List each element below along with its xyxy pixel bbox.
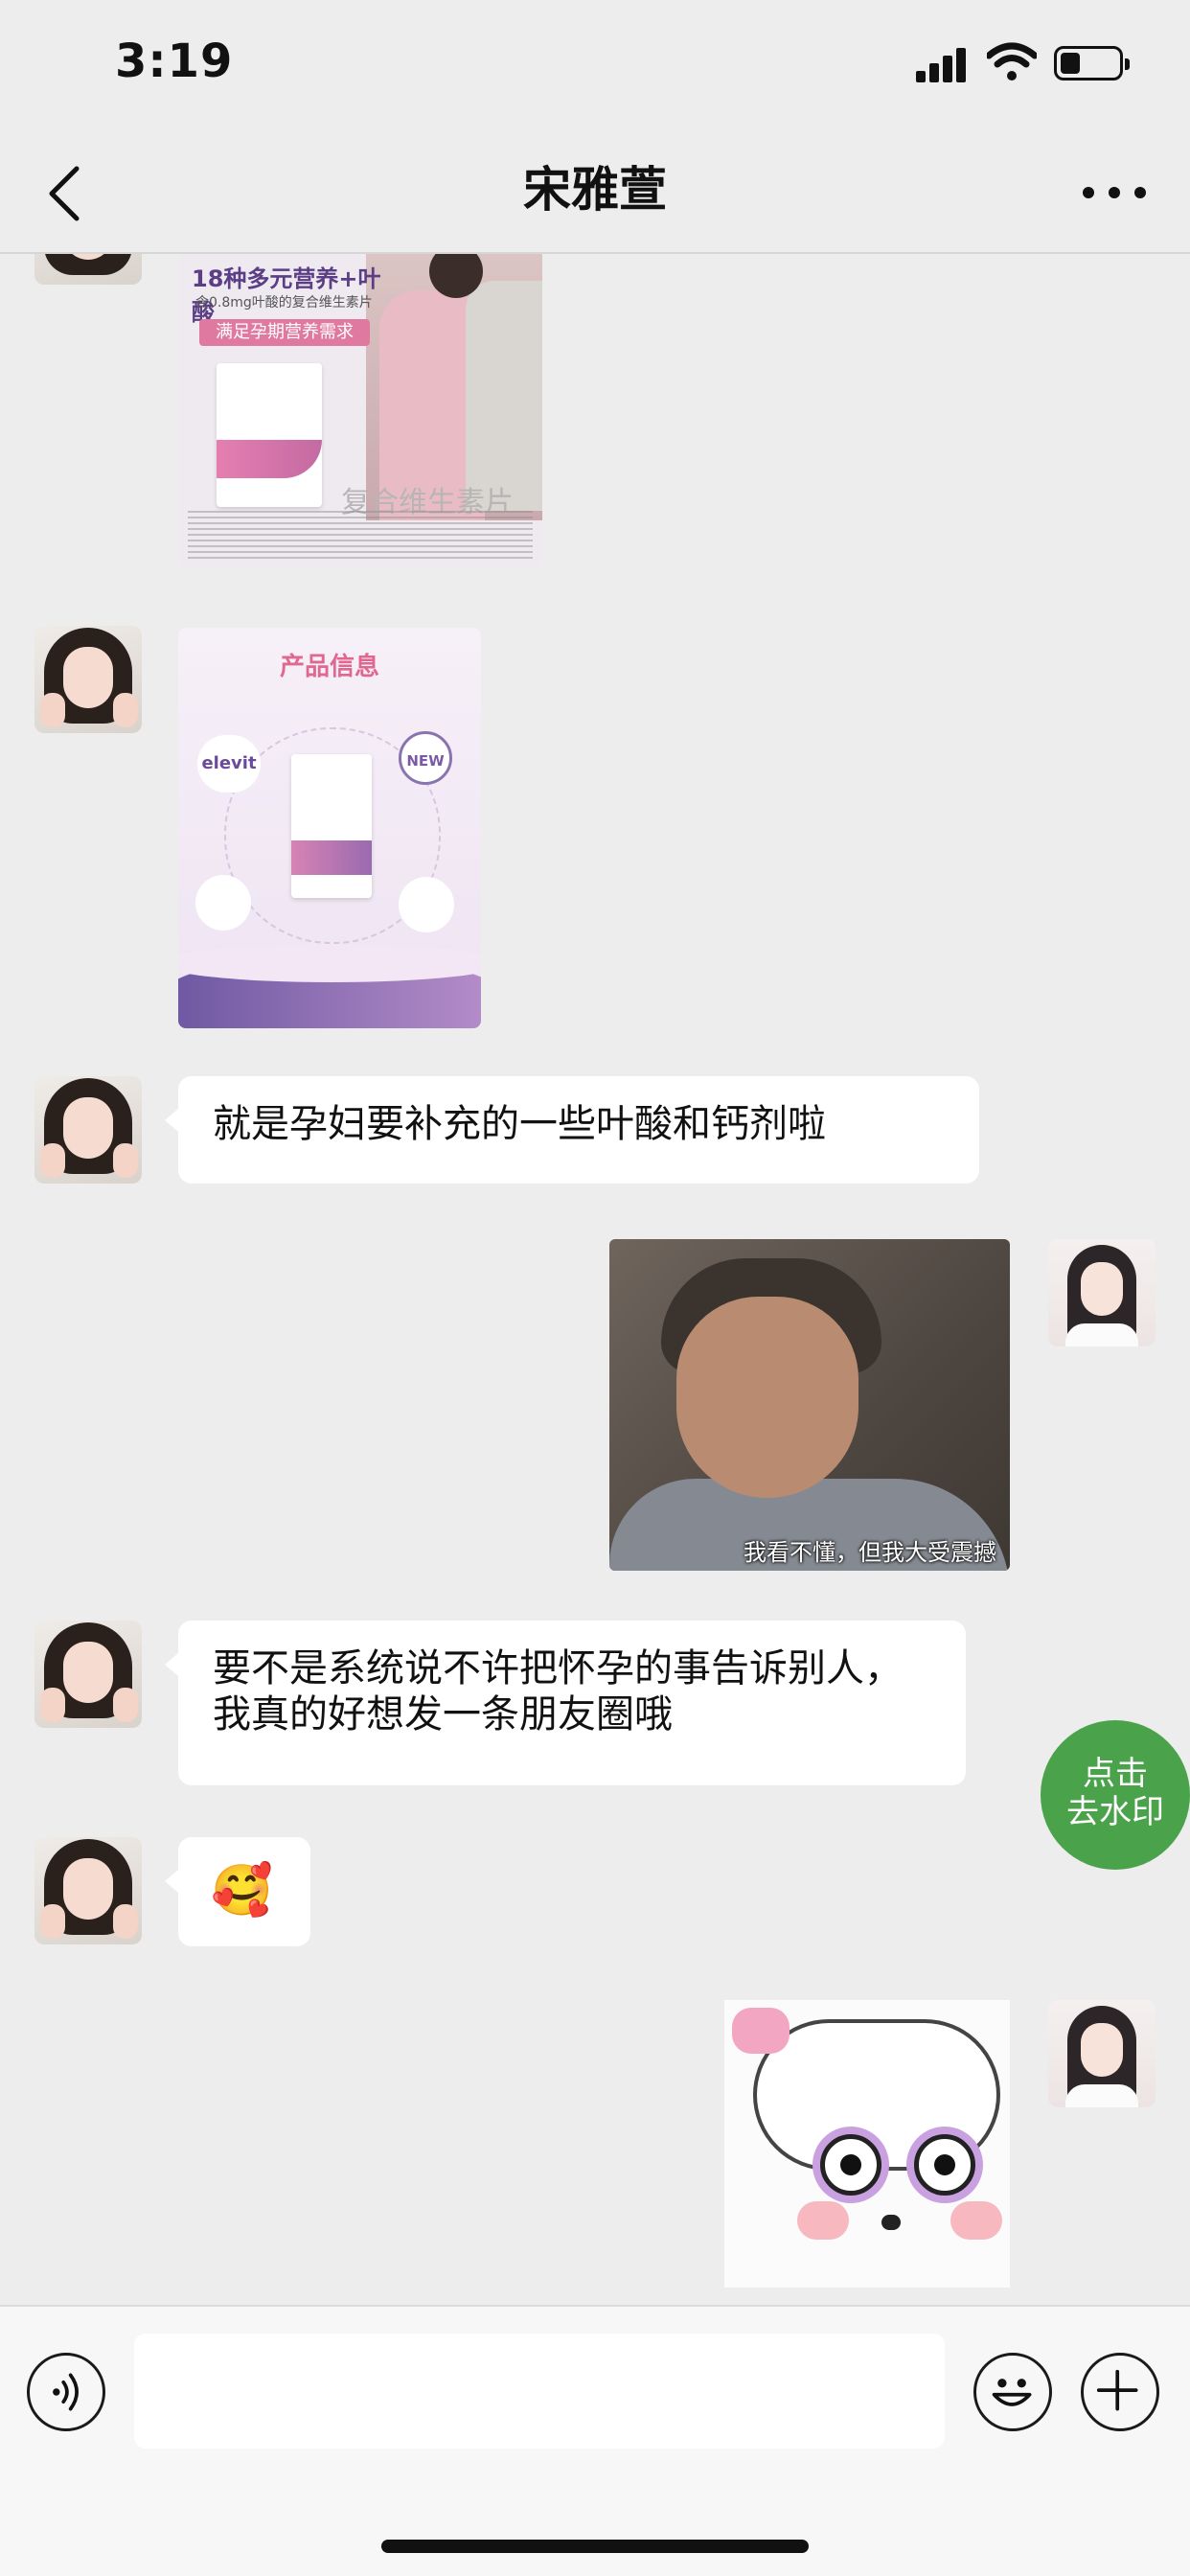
new-badge: NEW (399, 731, 452, 785)
meme-man-smiling[interactable]: 我看不懂，但我大受震撼 (609, 1239, 1010, 1571)
message-bubble[interactable]: 要不是系统说不许把怀孕的事告诉别人，我真的好想发一条朋友圈哦 (165, 1621, 966, 1785)
emoji-icon[interactable] (973, 2353, 1052, 2431)
status-bar: 3:19 (0, 0, 1190, 134)
message-text: 要不是系统说不许把怀孕的事告诉别人，我真的好想发一条朋友圈哦 (213, 1646, 903, 1736)
fine-print (188, 511, 533, 561)
contact-avatar[interactable] (34, 1621, 142, 1728)
message-text: 就是孕妇要补充的一些叶酸和钙剂啦 (213, 1102, 826, 1146)
product-box (291, 754, 372, 898)
contact-avatar[interactable] (34, 254, 142, 285)
home-indicator (381, 2540, 809, 2553)
chat-area[interactable]: 18种多元营养+叶酸 含0.8mg叶酸的复合维生素片 满足孕期营养需求 复合维生… (0, 254, 1190, 2305)
product-info-image[interactable]: 产品信息 elevit NEW (178, 628, 481, 1028)
chat-title: 宋雅萱 (523, 162, 667, 218)
product-info-title: 产品信息 (279, 653, 379, 681)
status-time: 3:19 (115, 34, 234, 88)
meme-caption: 我看不懂，但我大受震撼 (744, 1539, 996, 1566)
signal-icon (916, 48, 968, 82)
more-dots-icon[interactable] (1081, 176, 1148, 205)
watermark-label-line1: 点击 (1083, 1755, 1148, 1793)
product-box (217, 363, 322, 507)
contact-avatar[interactable] (34, 626, 142, 733)
message-bubble[interactable]: 🥰 (165, 1837, 310, 1946)
message-emoji: 🥰 (211, 1862, 273, 1920)
product-image-prenatal-vitamins[interactable]: 18种多元营养+叶酸 含0.8mg叶酸的复合维生素片 满足孕期营养需求 复合维生… (178, 254, 542, 566)
message-bubble[interactable]: 就是孕妇要补充的一些叶酸和钙剂啦 (165, 1076, 979, 1184)
battery-icon (1054, 46, 1130, 80)
my-avatar[interactable] (1048, 2000, 1156, 2107)
elevit-logo: elevit (197, 735, 261, 793)
meme-cartoon-sheep[interactable] (724, 2000, 1010, 2288)
message-input[interactable] (134, 2334, 945, 2449)
input-bar (0, 2305, 1190, 2576)
image-subtitle-text: 含0.8mg叶酸的复合维生素片 (195, 295, 373, 310)
contact-avatar[interactable] (34, 1837, 142, 1944)
remove-watermark-button[interactable]: 点击 去水印 (1041, 1720, 1190, 1870)
chat-header: 宋雅萱 (0, 134, 1190, 253)
voice-icon[interactable] (27, 2353, 105, 2431)
watermark-label-line2: 去水印 (1066, 1793, 1164, 1831)
image-tag-text: 满足孕期营养需求 (199, 319, 370, 346)
contact-avatar[interactable] (34, 1076, 142, 1184)
plus-icon[interactable] (1081, 2353, 1159, 2431)
my-avatar[interactable] (1048, 1239, 1156, 1346)
wifi-icon (987, 42, 1037, 80)
